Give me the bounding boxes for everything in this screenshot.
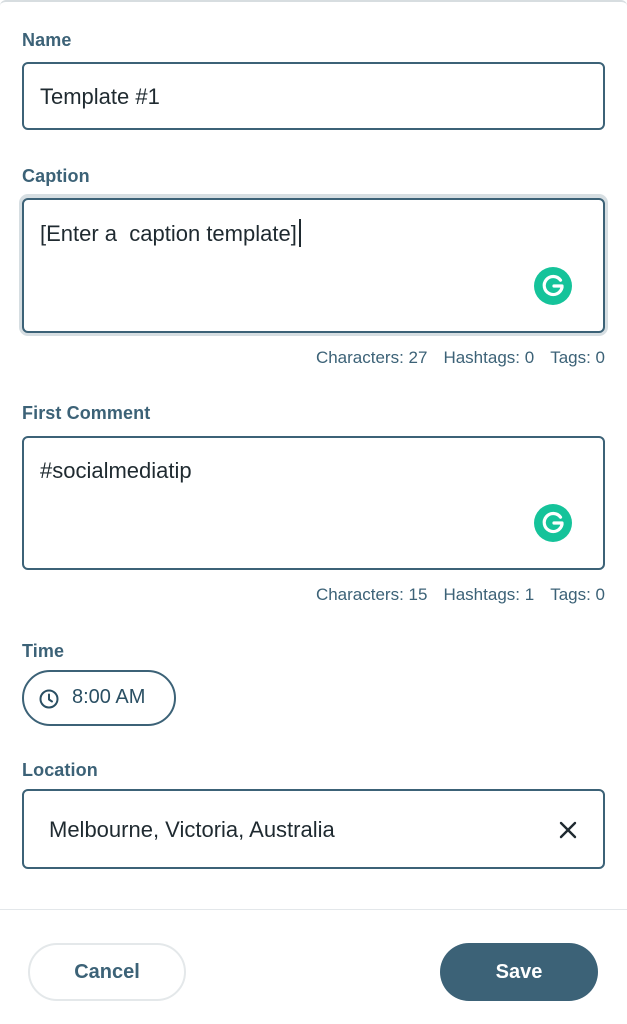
caption-text: [Enter a caption template] [40,221,297,246]
footer-divider [0,909,627,910]
location-label: Location [22,760,98,780]
caption-textarea[interactable]: [Enter a caption template] [22,198,605,333]
name-label: Name [22,30,72,50]
caption-label: Caption [22,166,90,186]
first-comment-character-count: Characters: 15 [315,585,428,604]
caption-counters: Characters: 27 Hashtags: 0 Tags: 0 [316,348,605,368]
caption-character-count: Characters: 27 [315,348,428,367]
first-comment-value: #socialmediatip [40,458,192,483]
caption-tag-count: Tags: 0 [550,348,605,367]
grammarly-icon[interactable] [534,504,572,542]
text-caret [298,219,301,247]
first-comment-label: First Comment [22,403,151,423]
time-picker-button[interactable]: 8:00 AM [22,670,176,726]
caption-textarea-value: [Enter a caption template] [40,219,301,247]
location-value: Melbourne, Victoria, Australia [49,817,335,842]
name-input[interactable]: Template #1 [22,62,605,130]
cancel-button[interactable]: Cancel [28,943,186,1001]
first-comment-counters: Characters: 15 Hashtags: 1 Tags: 0 [316,585,605,605]
time-label: Time [22,641,65,661]
first-comment-tag-count: Tags: 0 [550,585,605,604]
close-icon[interactable] [557,819,579,841]
first-comment-hashtag-count: Hashtags: 1 [443,585,535,604]
caption-hashtag-count: Hashtags: 0 [443,348,535,367]
save-button[interactable]: Save [440,943,598,1001]
name-input-value: Template #1 [40,84,160,109]
first-comment-textarea[interactable]: #socialmediatip [22,436,605,570]
template-editor-panel: Name Template #1 Caption [Enter a captio… [0,0,627,1024]
time-value: 8:00 AM [72,686,146,708]
grammarly-icon[interactable] [534,267,572,305]
location-input[interactable]: Melbourne, Victoria, Australia [22,789,605,869]
clock-icon [38,688,60,715]
